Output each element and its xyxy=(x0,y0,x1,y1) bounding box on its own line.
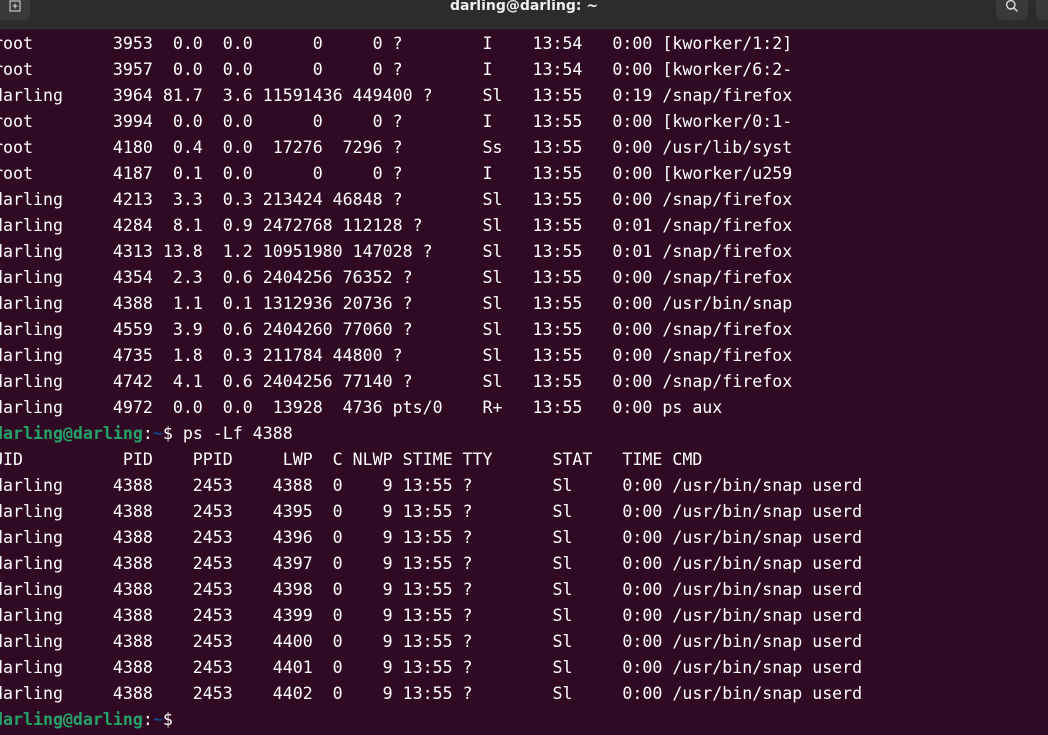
ps-aux-row: root 3994 0.0 0.0 0 0 ? I 13:55 0:00 [kw… xyxy=(0,112,793,131)
search-icon xyxy=(1005,0,1019,16)
search-button[interactable] xyxy=(996,0,1028,20)
ps-lf-row: darling 4388 2453 4399 0 9 13:55 ? Sl 0:… xyxy=(0,606,863,625)
ps-aux-row: root 3953 0.0 0.0 0 0 ? I 13:54 0:00 [kw… xyxy=(0,34,793,53)
ps-aux-row: darling 4313 13.8 1.2 10951980 147028 ? … xyxy=(0,242,793,261)
ps-aux-row: darling 4735 1.8 0.3 211784 44800 ? Sl 1… xyxy=(0,346,793,365)
prompt-line: darling@darling:~$ xyxy=(0,707,862,733)
ps-aux-row: darling 4354 2.3 0.6 2404256 76352 ? Sl … xyxy=(0,268,793,287)
title-bar: darling@darling: ~ xyxy=(0,0,1048,30)
ps-lf-row: darling 4388 2453 4402 0 9 13:55 ? Sl 0:… xyxy=(0,684,863,703)
terminal-output[interactable]: root 3953 0.0 0.0 0 0 ? I 13:54 0:00 [kw… xyxy=(0,31,1048,735)
ps-lf-row: darling 4388 2453 4401 0 9 13:55 ? Sl 0:… xyxy=(0,658,863,677)
ps-lf-row: darling 4388 2453 4397 0 9 13:55 ? Sl 0:… xyxy=(0,554,863,573)
menu-button[interactable] xyxy=(1036,0,1048,20)
ps-aux-row: root 4180 0.4 0.0 17276 7296 ? Ss 13:55 … xyxy=(0,138,793,157)
ps-aux-row: darling 4559 3.9 0.6 2404260 77060 ? Sl … xyxy=(0,320,793,339)
ps-aux-row: root 4187 0.1 0.0 0 0 ? I 13:55 0:00 [kw… xyxy=(0,164,793,183)
prompt-user-host: darling@darling xyxy=(0,424,143,443)
prompt-line: darling@darling:~$ ps -Lf 4388 xyxy=(0,421,862,447)
ps-lf-row: darling 4388 2453 4395 0 9 13:55 ? Sl 0:… xyxy=(0,502,863,521)
terminal-lines: root 3953 0.0 0.0 0 0 ? I 13:54 0:00 [kw… xyxy=(0,31,862,733)
window-title: darling@darling: ~ xyxy=(449,0,599,14)
prompt-path: ~ xyxy=(152,424,163,443)
ps-lf-row: darling 4388 2453 4400 0 9 13:55 ? Sl 0:… xyxy=(0,632,863,651)
prompt-dollar: $ xyxy=(162,710,183,729)
prompt-dollar: $ xyxy=(162,424,183,443)
prompt-path: ~ xyxy=(152,710,163,729)
ps-aux-row: darling 4213 3.3 0.3 213424 46848 ? Sl 1… xyxy=(0,190,793,209)
ps-lf-header: UID PID PPID LWP C NLWP STIME TTY STAT T… xyxy=(0,450,703,469)
prompt-colon: : xyxy=(142,424,153,443)
ps-aux-row: darling 4388 1.1 0.1 1312936 20736 ? Sl … xyxy=(0,294,793,313)
ps-aux-row: root 3957 0.0 0.0 0 0 ? I 13:54 0:00 [kw… xyxy=(0,60,793,79)
ps-lf-row: darling 4388 2453 4398 0 9 13:55 ? Sl 0:… xyxy=(0,580,863,599)
ps-aux-row: darling 4284 8.1 0.9 2472768 112128 ? Sl… xyxy=(0,216,793,235)
ps-aux-row: darling 4972 0.0 0.0 13928 4736 pts/0 R+… xyxy=(0,398,723,417)
prompt-command: ps -Lf 4388 xyxy=(182,424,293,443)
ps-lf-row: darling 4388 2453 4388 0 9 13:55 ? Sl 0:… xyxy=(0,476,863,495)
prompt-colon: : xyxy=(142,710,153,729)
ps-aux-row: darling 4742 4.1 0.6 2404256 77140 ? Sl … xyxy=(0,372,793,391)
ps-lf-row: darling 4388 2453 4396 0 9 13:55 ? Sl 0:… xyxy=(0,528,863,547)
prompt-user-host: darling@darling xyxy=(0,710,143,729)
terminal-window: darling@darling: ~ root 3953 0.0 0.0 0 0… xyxy=(0,0,1048,735)
ps-aux-row: darling 3964 81.7 3.6 11591436 449400 ? … xyxy=(0,86,793,105)
